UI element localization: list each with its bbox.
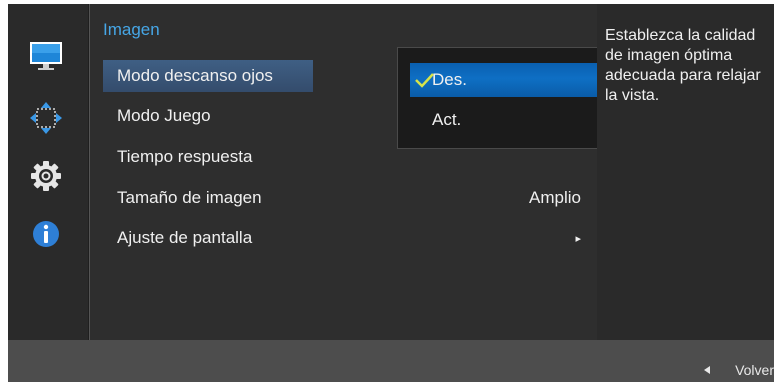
osd-menu: Imagen Modo descanso ojos Modo Juego Tie… — [8, 4, 774, 382]
menu-item-tamano-de-imagen[interactable]: Tamaño de imagen — [103, 182, 313, 214]
help-panel: Establezca la calidad de imagen óptima a… — [597, 4, 774, 340]
main-menu-panel: Imagen Modo descanso ojos Modo Juego Tie… — [89, 4, 661, 340]
menu-item-label: Modo descanso ojos — [117, 66, 273, 85]
monitor-icon[interactable] — [28, 38, 64, 74]
menu-item-label: Ajuste de pantalla — [117, 228, 253, 247]
gear-icon[interactable] — [28, 158, 64, 194]
menu-item-label: Modo Juego — [117, 106, 211, 125]
left-arrow-icon — [704, 366, 711, 374]
footer-bar: Volver — [8, 340, 774, 382]
sidebar — [8, 4, 88, 340]
chevron-right-icon: ▸ — [575, 233, 581, 245]
menu-item-label: Tiempo respuesta — [117, 147, 253, 166]
option-label: Des. — [432, 70, 467, 89]
menu-item-label: Tamaño de imagen — [117, 188, 262, 207]
back-label: Volver — [735, 362, 774, 378]
back-button[interactable]: Volver — [704, 362, 774, 378]
option-label: Act. — [432, 110, 462, 129]
checkmark-icon — [415, 73, 434, 88]
menu-item-modo-descanso-ojos[interactable]: Modo descanso ojos — [103, 60, 313, 92]
menu-item-modo-juego[interactable]: Modo Juego — [103, 100, 313, 132]
menu-item-tiempo-respuesta[interactable]: Tiempo respuesta — [103, 141, 313, 173]
help-text: Establezca la calidad de imagen óptima a… — [605, 27, 761, 104]
move-arrows-icon[interactable] — [28, 100, 64, 136]
menu-title: Imagen — [103, 20, 160, 39]
menu-item-value: Amplio — [529, 188, 581, 207]
menu-item-ajuste-de-pantalla[interactable]: Ajuste de pantalla — [103, 222, 313, 254]
info-icon[interactable] — [28, 216, 64, 252]
